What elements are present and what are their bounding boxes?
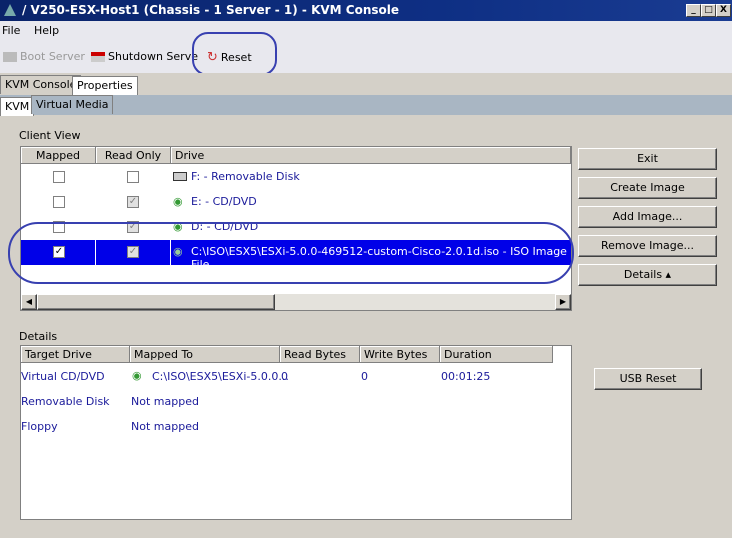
read-only-checkbox: ✓ xyxy=(127,196,139,208)
scroll-left-icon[interactable]: ◀ xyxy=(21,294,37,310)
reset-button[interactable]: ↻ Reset xyxy=(207,50,252,65)
table-row-selected[interactable]: ✓ ✓ ◉ C:\ISO\ESX5\ESXi-5.0.0-469512-cust… xyxy=(21,240,571,271)
table-row: Floppy Not mapped xyxy=(21,414,571,439)
read-only-checkbox: ✓ xyxy=(127,221,139,233)
horizontal-scrollbar[interactable]: ◀ ▶ xyxy=(21,294,571,310)
cd-drive-icon: ◉ xyxy=(173,220,183,233)
close-button[interactable]: X xyxy=(716,4,731,17)
drive-name: C:\ISO\ESX5\ESXi-5.0.0-469512-custom-Cis… xyxy=(191,245,567,271)
iso-image-icon: ◉ xyxy=(173,245,183,258)
shutdown-server-button[interactable]: Shutdown Serve xyxy=(91,50,198,63)
shutdown-label: Shutdown Serve xyxy=(108,50,198,63)
menu-file[interactable]: File xyxy=(2,24,20,37)
target-drive: Virtual CD/DVD xyxy=(21,370,105,383)
menu-help[interactable]: Help xyxy=(34,24,59,37)
window-title: / V250-ESX-Host1 (Chassis - 1 Server - 1… xyxy=(22,3,400,17)
read-only-checkbox[interactable] xyxy=(127,171,139,183)
tab-virtual-media[interactable]: Virtual Media xyxy=(31,95,114,114)
app-icon xyxy=(4,4,16,16)
table-row[interactable]: ✓ ◉ D: - CD/DVD xyxy=(21,215,571,240)
duration: 00:01:25 xyxy=(441,370,491,383)
tab-properties[interactable]: Properties xyxy=(72,76,138,95)
boot-icon xyxy=(3,51,17,62)
mapped-to: Not mapped xyxy=(131,420,199,433)
menu-bar: File Help xyxy=(0,21,732,41)
mapped-checkbox[interactable] xyxy=(53,221,65,233)
details-table: Target Drive Mapped To Read Bytes Write … xyxy=(20,345,572,520)
read-only-checkbox: ✓ xyxy=(127,246,139,258)
col-mapped-to[interactable]: Mapped To xyxy=(130,346,280,363)
scroll-right-icon[interactable]: ▶ xyxy=(555,294,571,310)
table-row: Virtual CD/DVD ◉ C:\ISO\ESX5\ESXi-5.0.0.… xyxy=(21,364,571,389)
drive-name: F: - Removable Disk xyxy=(191,170,300,183)
client-view-table: Mapped Read Only Drive F: - Removable Di… xyxy=(20,146,572,311)
title-bar: / V250-ESX-Host1 (Chassis - 1 Server - 1… xyxy=(0,0,732,21)
read-bytes: 0 xyxy=(281,370,288,383)
maximize-button[interactable]: □ xyxy=(701,4,716,17)
exit-button[interactable]: Exit xyxy=(578,148,717,170)
write-bytes: 0 xyxy=(361,370,368,383)
tab-kvm[interactable]: KVM xyxy=(0,97,35,116)
cd-drive-icon: ◉ xyxy=(132,369,142,382)
cd-drive-icon: ◉ xyxy=(173,195,183,208)
minimize-button[interactable]: _ xyxy=(686,4,701,17)
col-read-bytes[interactable]: Read Bytes xyxy=(280,346,360,363)
col-drive[interactable]: Drive xyxy=(171,147,571,164)
create-image-button[interactable]: Create Image xyxy=(578,177,717,199)
sub-tabs: KVM Virtual Media xyxy=(0,95,732,116)
col-write-bytes[interactable]: Write Bytes xyxy=(360,346,440,363)
col-mapped[interactable]: Mapped xyxy=(21,147,96,164)
col-duration[interactable]: Duration xyxy=(440,346,553,363)
table-row[interactable]: F: - Removable Disk xyxy=(21,165,571,190)
drive-name: E: - CD/DVD xyxy=(191,195,257,208)
boot-server-label: Boot Server xyxy=(20,50,85,63)
table-row[interactable]: ✓ ◉ E: - CD/DVD xyxy=(21,190,571,215)
removable-disk-icon xyxy=(173,172,187,181)
scroll-thumb[interactable] xyxy=(37,294,275,310)
details-button[interactable]: Details ▴ xyxy=(578,264,717,286)
mapped-checkbox[interactable] xyxy=(53,196,65,208)
table-row: Removable Disk Not mapped xyxy=(21,389,571,414)
col-target-drive[interactable]: Target Drive xyxy=(21,346,130,363)
client-view-label: Client View xyxy=(19,129,81,142)
main-tabs: KVM Console Properties xyxy=(0,73,732,95)
remove-image-button[interactable]: Remove Image... xyxy=(578,235,717,257)
boot-server-button[interactable]: Boot Server xyxy=(3,50,85,63)
details-label: Details xyxy=(19,330,58,343)
tab-kvm-console[interactable]: KVM Console xyxy=(0,75,82,94)
reset-icon: ↻ xyxy=(207,50,218,65)
toolbar: Boot Server Shutdown Serve ↻ Reset xyxy=(0,41,732,73)
reset-label: Reset xyxy=(220,51,252,64)
add-image-button[interactable]: Add Image... xyxy=(578,206,717,228)
target-drive: Removable Disk xyxy=(21,395,110,408)
drive-name: D: - CD/DVD xyxy=(191,220,259,233)
mapped-checkbox[interactable] xyxy=(53,171,65,183)
target-drive: Floppy xyxy=(21,420,58,433)
mapped-checkbox[interactable]: ✓ xyxy=(53,246,65,258)
col-read-only[interactable]: Read Only xyxy=(96,147,171,164)
mapped-to: Not mapped xyxy=(131,395,199,408)
usb-reset-button[interactable]: USB Reset xyxy=(594,368,702,390)
shutdown-icon xyxy=(91,51,105,62)
mapped-to: C:\ISO\ESX5\ESXi-5.0.0... xyxy=(152,370,289,383)
